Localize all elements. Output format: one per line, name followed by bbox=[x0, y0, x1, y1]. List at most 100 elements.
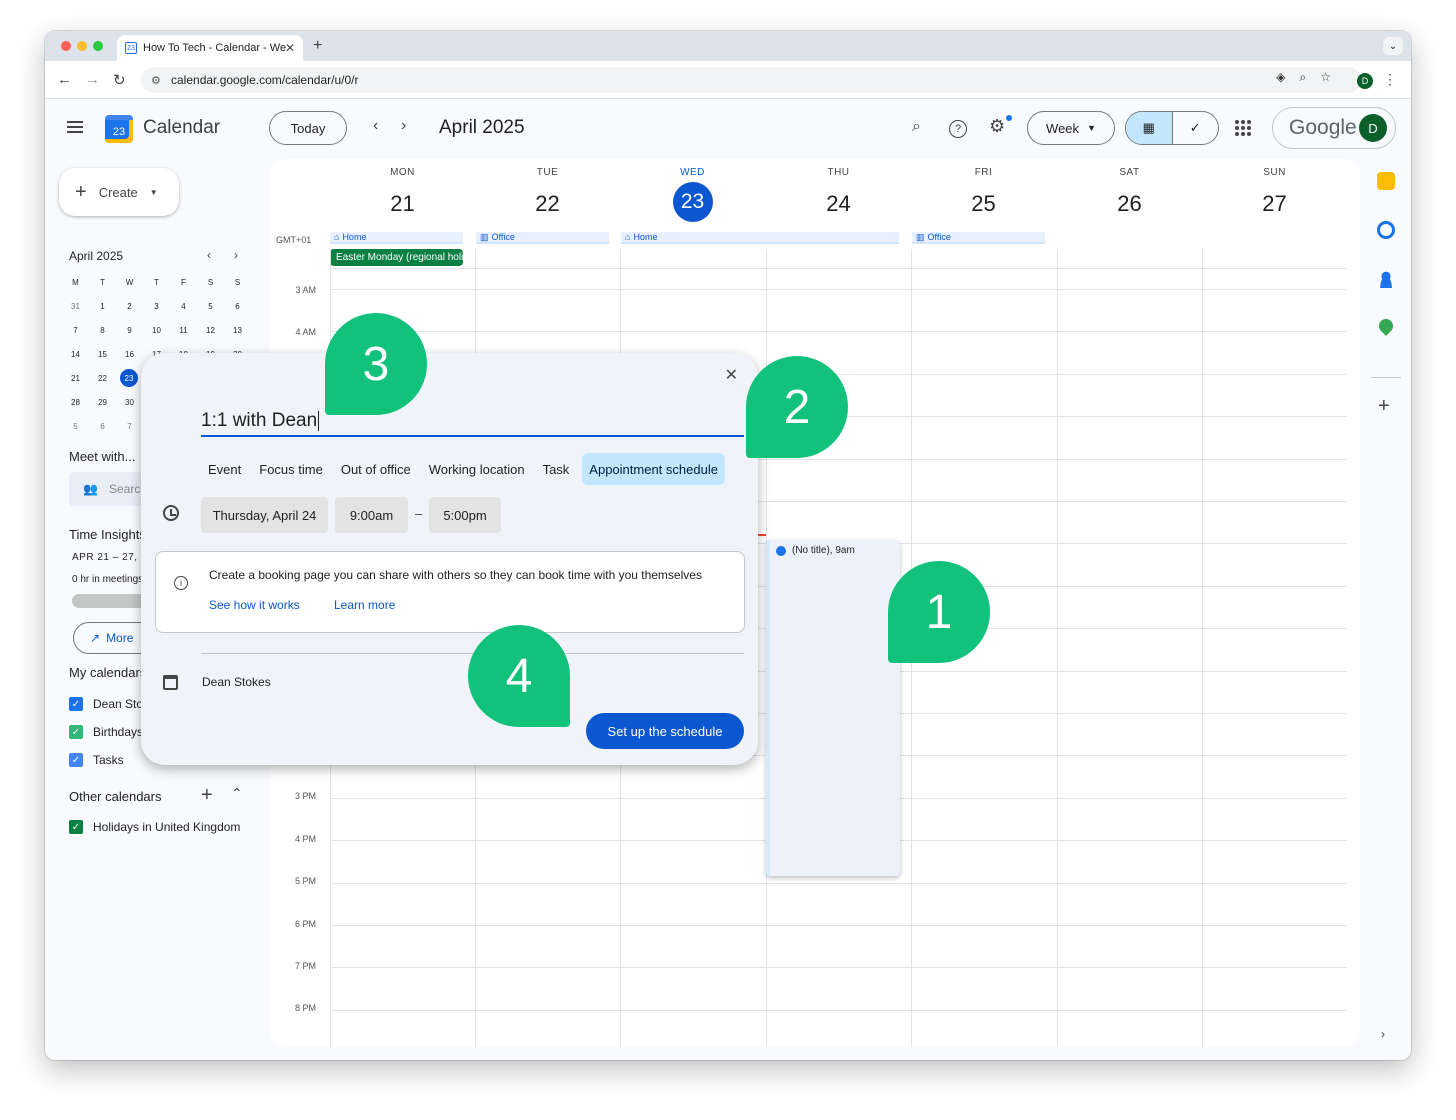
mini-day[interactable]: 9 bbox=[116, 321, 143, 339]
tab-appointment-schedule[interactable]: Appointment schedule bbox=[582, 453, 725, 485]
maximize-window-button[interactable] bbox=[93, 41, 103, 51]
calendar-item-holidays[interactable]: ✓ Holidays in United Kingdom bbox=[69, 820, 240, 834]
help-icon[interactable]: ? bbox=[949, 120, 967, 138]
settings-gear-icon[interactable]: ⚙ bbox=[989, 116, 1005, 137]
previous-week-icon[interactable]: ‹ bbox=[373, 117, 378, 135]
day-number[interactable]: 25 bbox=[911, 184, 1056, 224]
mini-day[interactable]: 28 bbox=[62, 393, 89, 411]
mini-day[interactable]: 22 bbox=[89, 369, 116, 387]
see-how-it-works-link[interactable]: See how it works bbox=[209, 598, 300, 612]
minimize-window-button[interactable] bbox=[77, 41, 87, 51]
bookmark-star-icon[interactable]: ☆ bbox=[1320, 70, 1331, 85]
mini-day[interactable]: 10 bbox=[143, 321, 170, 339]
checkbox-icon[interactable]: ✓ bbox=[69, 820, 83, 834]
day-header-wed[interactable]: WED 23 bbox=[620, 167, 765, 222]
create-button[interactable]: + Create ▼ bbox=[59, 168, 179, 216]
working-location-chip[interactable]: ⌂ Home bbox=[330, 232, 463, 244]
contacts-icon[interactable] bbox=[1377, 270, 1395, 288]
tasks-icon[interactable] bbox=[1377, 221, 1395, 239]
tab-search-icon[interactable]: ⌄ bbox=[1383, 37, 1403, 55]
tasks-view-icon[interactable]: ✓ bbox=[1173, 112, 1219, 144]
checkbox-icon[interactable]: ✓ bbox=[69, 697, 83, 711]
search-icon[interactable]: ⌕ bbox=[912, 118, 921, 136]
profile-avatar[interactable]: D bbox=[1357, 73, 1373, 89]
calendar-item-birthdays[interactable]: ✓ Birthdays bbox=[69, 725, 143, 739]
working-location-chip[interactable]: ⌂ Home bbox=[621, 232, 899, 244]
mini-day[interactable]: 14 bbox=[62, 345, 89, 363]
mini-day[interactable]: 16 bbox=[116, 345, 143, 363]
mini-day[interactable]: 7 bbox=[62, 321, 89, 339]
tab-out-of-office[interactable]: Out of office bbox=[334, 453, 418, 485]
mini-day[interactable]: 5 bbox=[197, 297, 224, 315]
tab-close-icon[interactable]: ✕ bbox=[285, 41, 295, 55]
mini-day[interactable]: 31 bbox=[62, 297, 89, 315]
mini-day[interactable]: 15 bbox=[89, 345, 116, 363]
mini-day[interactable]: 2 bbox=[116, 297, 143, 315]
close-window-button[interactable] bbox=[61, 41, 71, 51]
google-apps-icon[interactable] bbox=[1235, 120, 1251, 136]
get-addons-icon[interactable]: + bbox=[1378, 395, 1390, 418]
day-number-today[interactable]: 23 bbox=[672, 182, 713, 222]
maps-icon[interactable] bbox=[1376, 316, 1396, 336]
site-info-icon[interactable]: ⚙ bbox=[151, 74, 161, 87]
title-input[interactable]: 1:1 with Dean bbox=[201, 407, 744, 437]
tab-focus-time[interactable]: Focus time bbox=[252, 453, 330, 485]
main-menu-icon[interactable] bbox=[67, 121, 83, 133]
add-calendar-icon[interactable]: + bbox=[201, 784, 213, 807]
day-header-sat[interactable]: SAT 26 bbox=[1057, 167, 1202, 224]
mini-day[interactable]: 7 bbox=[116, 417, 143, 435]
new-tab-icon[interactable]: + bbox=[313, 37, 322, 55]
day-number[interactable]: 22 bbox=[475, 184, 620, 224]
end-time-picker[interactable]: 5:00pm bbox=[429, 497, 501, 533]
calendar-view-icon[interactable]: ▦ bbox=[1126, 112, 1173, 144]
day-header-thu[interactable]: THU 24 bbox=[766, 167, 911, 224]
day-header-sun[interactable]: SUN 27 bbox=[1202, 167, 1347, 224]
tab-working-location[interactable]: Working location bbox=[422, 453, 532, 485]
draft-event-block[interactable]: (No title), 9am bbox=[766, 540, 900, 876]
mini-prev-icon[interactable]: ‹ bbox=[207, 248, 211, 262]
mini-day[interactable]: 11 bbox=[170, 321, 197, 339]
forward-icon[interactable]: → bbox=[85, 71, 100, 88]
back-icon[interactable]: ← bbox=[57, 71, 72, 88]
expand-side-panel-icon[interactable]: › bbox=[1381, 1027, 1385, 1041]
day-number[interactable]: 21 bbox=[330, 184, 475, 224]
day-number[interactable]: 26 bbox=[1057, 184, 1202, 224]
mini-next-icon[interactable]: › bbox=[234, 248, 238, 262]
holiday-event[interactable]: Easter Monday (regional holiday) bbox=[330, 249, 463, 266]
day-number[interactable]: 27 bbox=[1202, 184, 1347, 224]
mini-day[interactable]: 1 bbox=[89, 297, 116, 315]
mini-day[interactable]: 13 bbox=[224, 321, 251, 339]
day-header-fri[interactable]: FRI 25 bbox=[911, 167, 1056, 224]
browser-menu-icon[interactable]: ⋮ bbox=[1383, 71, 1397, 88]
checkbox-icon[interactable]: ✓ bbox=[69, 725, 83, 739]
mini-day[interactable]: 5 bbox=[62, 417, 89, 435]
mini-day-today[interactable]: 23 bbox=[120, 369, 138, 387]
url-bar[interactable]: ⚙ calendar.google.com/calendar/u/0/r ◈ ⌕… bbox=[141, 67, 1361, 93]
collapse-icon[interactable]: ⌃ bbox=[231, 785, 243, 802]
calendar-tasks-toggle[interactable]: ▦ ✓ bbox=[1125, 111, 1219, 145]
start-time-picker[interactable]: 9:00am bbox=[335, 497, 408, 533]
browser-tab[interactable]: 23 How To Tech - Calendar - We ✕ bbox=[117, 35, 303, 61]
working-location-chip[interactable]: ▥ Office bbox=[476, 232, 609, 244]
tab-task[interactable]: Task bbox=[536, 453, 577, 485]
mini-day[interactable]: 21 bbox=[62, 369, 89, 387]
mini-day[interactable]: 6 bbox=[224, 297, 251, 315]
zoom-icon[interactable]: ⌕ bbox=[1300, 70, 1307, 85]
reload-icon[interactable]: ↻ bbox=[113, 71, 126, 89]
today-button[interactable]: Today bbox=[269, 111, 347, 145]
calendar-item-tasks[interactable]: ✓ Tasks bbox=[69, 753, 124, 767]
mini-day[interactable]: 8 bbox=[89, 321, 116, 339]
mini-day[interactable]: 4 bbox=[170, 297, 197, 315]
learn-more-link[interactable]: Learn more bbox=[334, 598, 395, 612]
mini-day[interactable]: 12 bbox=[197, 321, 224, 339]
day-header-mon[interactable]: MON 21 bbox=[330, 167, 475, 224]
close-icon[interactable]: ✕ bbox=[725, 365, 738, 385]
keep-icon[interactable] bbox=[1377, 172, 1395, 190]
next-week-icon[interactable]: › bbox=[401, 117, 406, 135]
account-avatar[interactable]: D bbox=[1359, 114, 1387, 142]
view-selector[interactable]: Week ▼ bbox=[1027, 111, 1115, 145]
mini-day[interactable]: 29 bbox=[89, 393, 116, 411]
working-location-chip[interactable]: ▥ Office bbox=[912, 232, 1045, 244]
tab-event[interactable]: Event bbox=[201, 453, 248, 485]
mini-day[interactable]: 6 bbox=[89, 417, 116, 435]
